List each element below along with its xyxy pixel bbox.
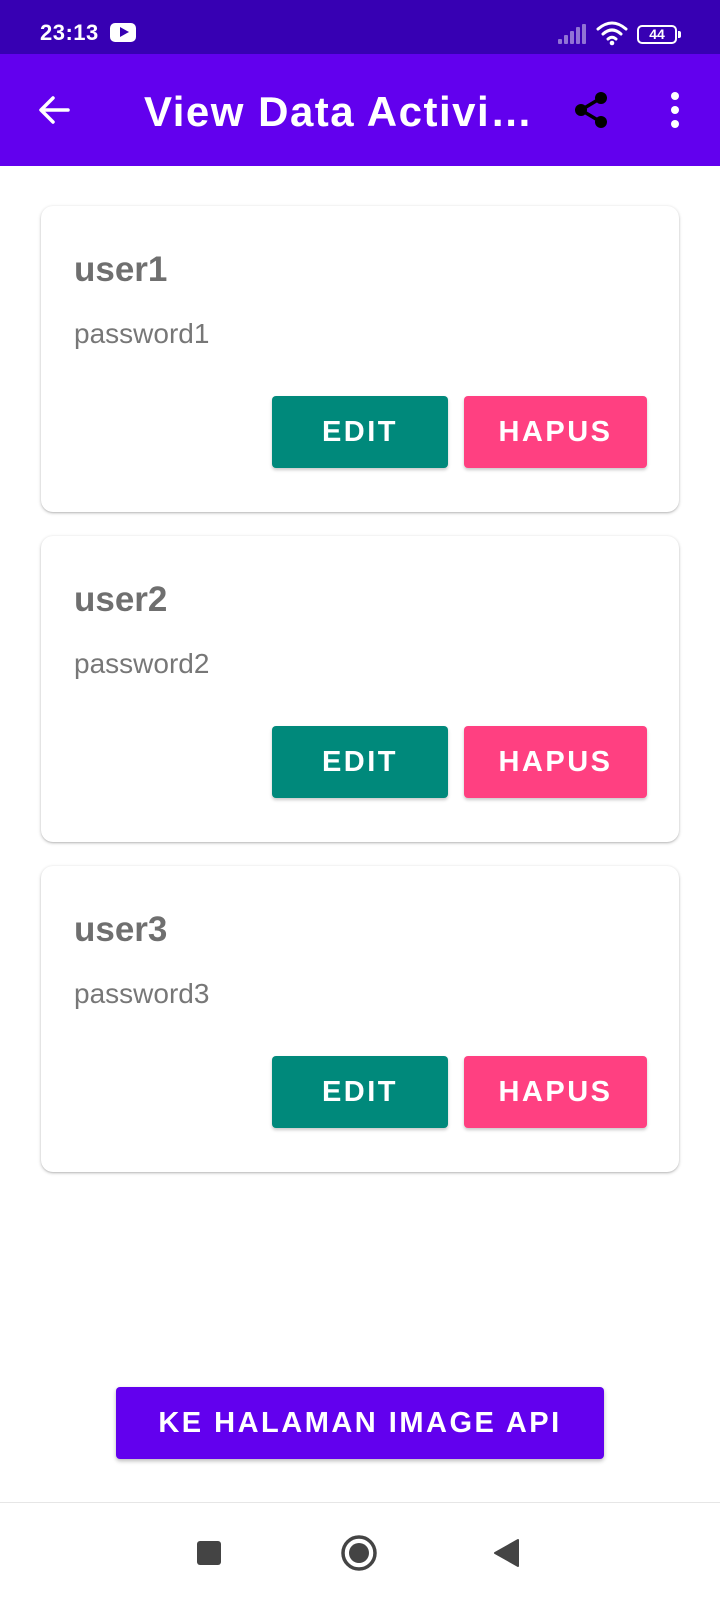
user-name: user2 [74, 580, 168, 619]
status-bar: 23:13 44 [0, 0, 720, 54]
user-password: password2 [74, 648, 210, 679]
user-card: user1 password1 EDIT HAPUS [41, 206, 679, 512]
share-icon[interactable] [571, 90, 611, 130]
home-circle-icon[interactable] [340, 1534, 378, 1572]
edit-button[interactable]: EDIT [272, 726, 448, 798]
user-card: user2 password2 EDIT HAPUS [41, 536, 679, 842]
edit-button[interactable]: EDIT [272, 1056, 448, 1128]
user-password: password1 [74, 318, 210, 349]
user-name: user1 [74, 250, 168, 289]
back-triangle-icon[interactable] [492, 1538, 520, 1568]
delete-button[interactable]: HAPUS [464, 396, 647, 468]
app-bar: View Data Activi… [0, 54, 720, 166]
more-vert-icon[interactable] [663, 90, 687, 130]
wifi-icon [596, 21, 628, 46]
back-arrow-icon[interactable] [36, 92, 72, 128]
status-time: 23:13 [40, 20, 99, 45]
user-card: user3 password3 EDIT HAPUS [41, 866, 679, 1172]
page-title: View Data Activi… [144, 88, 534, 135]
youtube-notification-icon [110, 23, 136, 42]
recents-square-icon[interactable] [197, 1541, 221, 1565]
user-password: password3 [74, 978, 210, 1009]
edit-button[interactable]: EDIT [272, 396, 448, 468]
signal-icon [558, 24, 586, 44]
user-name: user3 [74, 910, 168, 949]
delete-button[interactable]: HAPUS [464, 726, 647, 798]
battery-icon: 44 [637, 25, 681, 44]
delete-button[interactable]: HAPUS [464, 1056, 647, 1128]
navigation-bar [0, 1502, 720, 1601]
image-api-button[interactable]: KE HALAMAN IMAGE API [116, 1387, 604, 1459]
